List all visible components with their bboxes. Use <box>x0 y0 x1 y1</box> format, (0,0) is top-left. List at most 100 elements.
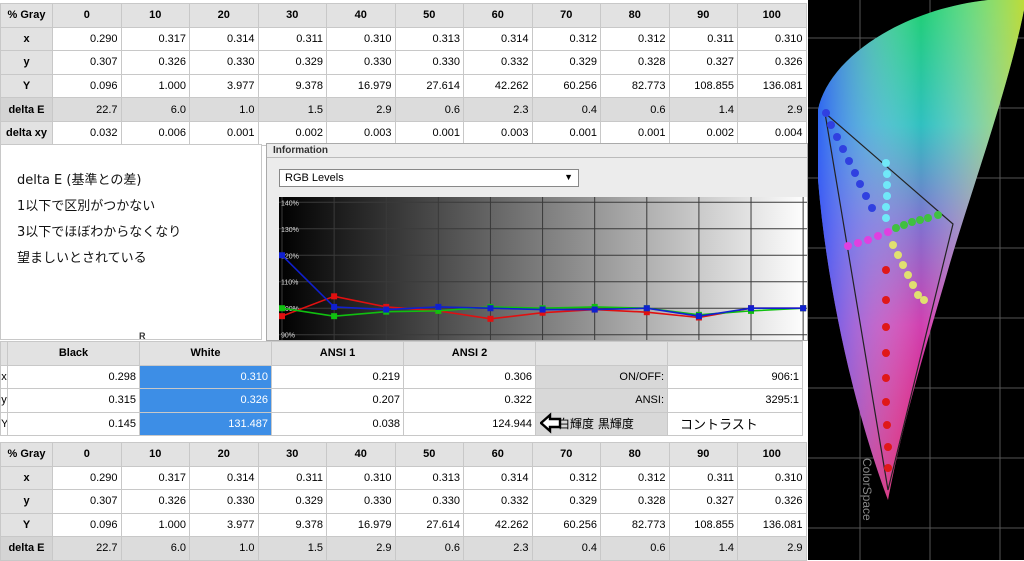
table-cell[interactable]: 2.9 <box>326 97 396 122</box>
table-cell[interactable]: 0.330 <box>326 50 396 75</box>
table-cell[interactable]: 0.311 <box>257 26 327 52</box>
table-cell[interactable]: 27.614 <box>394 512 464 537</box>
table-cell[interactable]: 108.855 <box>668 73 738 99</box>
table-cell[interactable]: 0.330 <box>326 489 396 514</box>
table-cell[interactable]: 0.001 <box>600 120 670 146</box>
table-cell[interactable]: 16.979 <box>326 512 396 537</box>
table-cell[interactable]: 0.312 <box>600 26 670 52</box>
table-cell[interactable]: 82.773 <box>600 73 670 99</box>
table-cell[interactable]: 0.096 <box>52 73 122 99</box>
table-cell[interactable]: 0.311 <box>668 465 738 490</box>
ansi2-x[interactable]: 0.306 <box>403 364 536 389</box>
table-cell[interactable]: 0.332 <box>463 489 533 514</box>
table-cell[interactable]: 0.6 <box>394 536 464 561</box>
header-cell[interactable]: 80 <box>600 3 670 28</box>
header-cell[interactable]: 20 <box>189 3 259 28</box>
white-y[interactable]: 0.326 <box>139 388 272 413</box>
table-cell[interactable]: 0.001 <box>189 120 259 146</box>
table-cell[interactable]: 1.000 <box>120 73 190 99</box>
white-x[interactable]: 0.310 <box>139 364 272 389</box>
table-cell[interactable]: 1.0 <box>189 97 259 122</box>
header-cell[interactable]: % Gray <box>0 3 53 28</box>
table-cell[interactable]: 0.002 <box>668 120 738 146</box>
table-cell[interactable]: 0.313 <box>394 465 464 490</box>
header-cell[interactable]: 30 <box>257 3 327 28</box>
table-cell[interactable]: 9.378 <box>257 73 327 99</box>
header-cell[interactable]: 0 <box>52 442 122 467</box>
table-cell[interactable]: 0.002 <box>257 120 327 146</box>
table-cell[interactable]: 0.329 <box>531 489 601 514</box>
table-cell[interactable]: 2.9 <box>326 536 396 561</box>
table-cell[interactable]: 6.0 <box>120 536 190 561</box>
table-cell[interactable]: 16.979 <box>326 73 396 99</box>
table-cell[interactable]: 136.081 <box>737 73 807 99</box>
header-cell[interactable]: 60 <box>463 3 533 28</box>
table-cell[interactable]: 1.0 <box>189 536 259 561</box>
table-cell[interactable]: 22.7 <box>52 536 122 561</box>
table-cell[interactable]: 0.314 <box>189 26 259 52</box>
table-cell[interactable]: 0.310 <box>737 465 807 490</box>
table-cell[interactable]: 0.004 <box>737 120 807 146</box>
header-cell[interactable]: 40 <box>326 442 396 467</box>
table-cell[interactable]: 0.329 <box>257 489 327 514</box>
table-cell[interactable]: 2.9 <box>737 536 807 561</box>
table-cell[interactable]: 0.330 <box>189 50 259 75</box>
table-cell[interactable]: 0.001 <box>394 120 464 146</box>
table-cell[interactable]: 0.6 <box>394 97 464 122</box>
header-cell-ansi2[interactable]: ANSI 2 <box>403 341 536 366</box>
table-cell[interactable]: 0.311 <box>668 26 738 52</box>
table-cell[interactable]: 60.256 <box>531 73 601 99</box>
table-cell[interactable]: 0.329 <box>531 50 601 75</box>
white-Y[interactable]: 131.487 <box>139 411 272 436</box>
table-cell[interactable]: 0.032 <box>52 120 122 146</box>
header-cell[interactable]: 30 <box>257 442 327 467</box>
table-cell[interactable]: 0.006 <box>120 120 190 146</box>
header-cell[interactable]: 100 <box>737 442 807 467</box>
table-cell[interactable]: 0.307 <box>52 489 122 514</box>
table-cell[interactable]: 0.290 <box>52 465 122 490</box>
table-cell[interactable]: 1.5 <box>257 97 327 122</box>
table-cell[interactable]: 0.312 <box>600 465 670 490</box>
header-cell[interactable]: 0 <box>52 3 122 28</box>
table-cell[interactable]: 2.3 <box>463 536 533 561</box>
black-x[interactable]: 0.298 <box>7 364 140 389</box>
ansi2-Y[interactable]: 124.944 <box>403 411 536 436</box>
table-cell[interactable]: 0.326 <box>737 50 807 75</box>
table-cell[interactable]: 0.307 <box>52 50 122 75</box>
table-cell[interactable]: 22.7 <box>52 97 122 122</box>
header-cell[interactable]: 10 <box>120 3 190 28</box>
table-cell[interactable]: 0.314 <box>463 26 533 52</box>
table-cell[interactable]: 6.0 <box>120 97 190 122</box>
rgb-levels-select[interactable]: RGB Levels ▼ <box>279 169 579 187</box>
table-cell[interactable]: 0.332 <box>463 50 533 75</box>
table-cell[interactable]: 82.773 <box>600 512 670 537</box>
ansi2-y[interactable]: 0.322 <box>403 388 536 413</box>
table-cell[interactable]: 0.326 <box>120 50 190 75</box>
table-cell[interactable]: 108.855 <box>668 512 738 537</box>
ansi1-Y[interactable]: 0.038 <box>271 411 404 436</box>
table-cell[interactable]: 1.5 <box>257 536 327 561</box>
table-cell[interactable]: 3.977 <box>189 512 259 537</box>
table-cell[interactable]: 0.310 <box>737 26 807 52</box>
header-cell[interactable]: 90 <box>668 442 738 467</box>
header-cell[interactable]: 50 <box>394 442 464 467</box>
table-cell[interactable]: 0.096 <box>52 512 122 537</box>
table-cell[interactable]: 136.081 <box>737 512 807 537</box>
table-cell[interactable]: 3.977 <box>189 73 259 99</box>
header-cell[interactable]: 60 <box>463 442 533 467</box>
table-cell[interactable]: 9.378 <box>257 512 327 537</box>
table-cell[interactable]: 42.262 <box>463 73 533 99</box>
table-cell[interactable]: 60.256 <box>531 512 601 537</box>
table-cell[interactable]: 1.4 <box>668 536 738 561</box>
table-cell[interactable]: 0.326 <box>737 489 807 514</box>
table-cell[interactable]: 0.317 <box>120 26 190 52</box>
header-cell[interactable]: 90 <box>668 3 738 28</box>
table-cell[interactable]: 0.328 <box>600 50 670 75</box>
table-cell[interactable]: 0.290 <box>52 26 122 52</box>
table-cell[interactable]: 0.312 <box>531 465 601 490</box>
black-Y[interactable]: 0.145 <box>7 411 140 436</box>
table-cell[interactable]: 0.317 <box>120 465 190 490</box>
header-cell[interactable]: % Gray <box>0 442 53 467</box>
header-cell-white[interactable]: White <box>139 341 272 366</box>
table-cell[interactable]: 1.000 <box>120 512 190 537</box>
